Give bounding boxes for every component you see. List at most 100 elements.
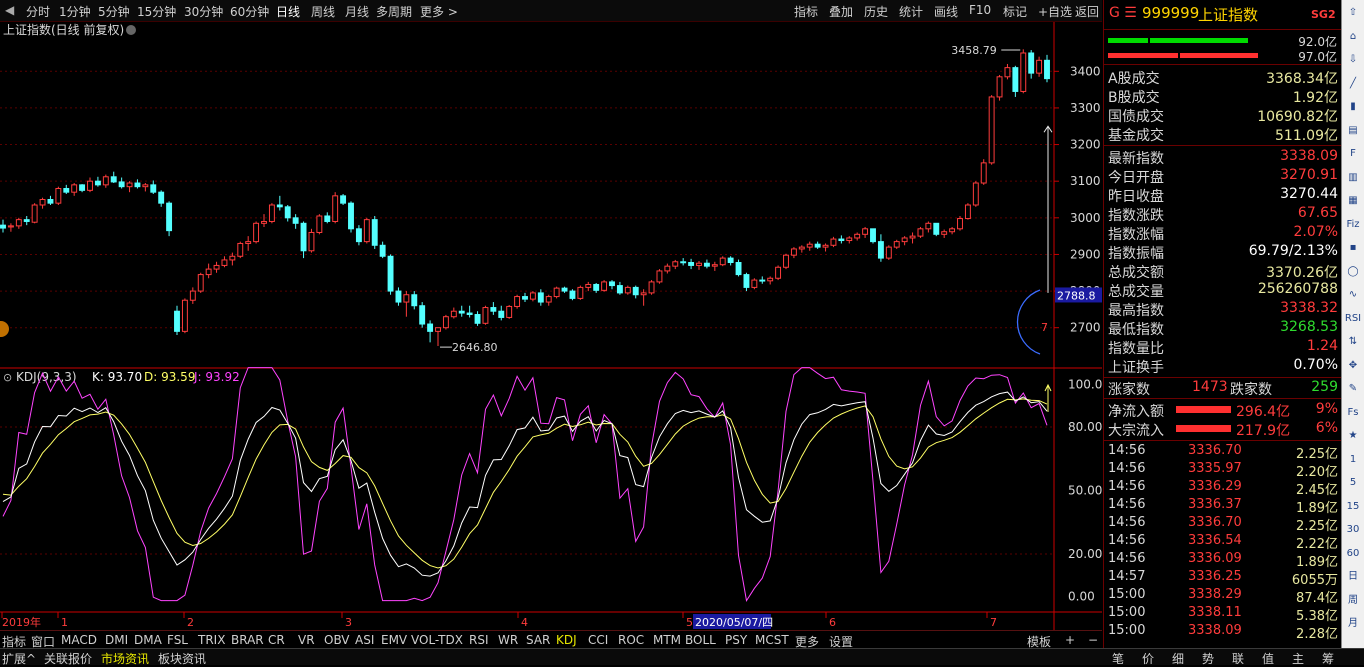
toolbar-btn-5[interactable]: F10	[969, 3, 991, 17]
period-tab-4[interactable]: 30分钟	[184, 3, 223, 20]
indicator-tool-2[interactable]: −	[1088, 633, 1098, 647]
panel-prefix[interactable]: G ☰	[1109, 5, 1137, 21]
panel-tab-0[interactable]: 笔	[1112, 650, 1124, 667]
kline-icon[interactable]: ▮	[1344, 98, 1362, 115]
panel-tab-5[interactable]: 值	[1262, 650, 1274, 667]
panel-tab-7[interactable]: 筹	[1322, 650, 1334, 667]
tick-row[interactable]: 14:56 3335.97 2.20亿	[1108, 461, 1338, 480]
indicator-tool-1[interactable]: +	[1065, 633, 1075, 647]
tick-row[interactable]: 14:56 3336.54 2.22亿	[1108, 533, 1338, 552]
toolbar-btn-6[interactable]: 标记	[1003, 3, 1027, 20]
num-15[interactable]: 15	[1344, 498, 1362, 515]
indicator-tab-11[interactable]: ASI	[355, 633, 374, 647]
toolbar-btn-3[interactable]: 统计	[899, 3, 923, 20]
indicator-tab-9[interactable]: VR	[298, 633, 315, 647]
indicator-tab-3[interactable]: DMI	[105, 633, 128, 647]
indicator-tab-18[interactable]: CCI	[588, 633, 608, 647]
toolbar-btn-1[interactable]: 叠加	[829, 3, 853, 20]
period-tab-2[interactable]: 5分钟	[98, 3, 130, 20]
tick-row[interactable]: 15:00 3338.11 5.38亿	[1108, 605, 1338, 624]
period-tab-1[interactable]: 1分钟	[59, 3, 91, 20]
period-tab-0[interactable]: 分时	[26, 3, 50, 20]
indicator-tab-14[interactable]: RSI	[469, 633, 489, 647]
rsi-icon[interactable]: RSI	[1344, 310, 1362, 327]
f10-icon[interactable]: F	[1344, 145, 1362, 162]
panel-tab-3[interactable]: 势	[1202, 650, 1214, 667]
tick-row[interactable]: 14:57 3336.25 6055万	[1108, 569, 1338, 588]
indicator-tab-6[interactable]: TRIX	[198, 633, 225, 647]
chart-area[interactable]: 34003300320031003000290028002700上证指数(日线 …	[0, 22, 1102, 632]
down-arrow-icon[interactable]: ⇩	[1344, 51, 1362, 68]
num-60[interactable]: 60	[1344, 545, 1362, 562]
panel-tab-4[interactable]: 联	[1232, 650, 1244, 667]
tick-row[interactable]: 15:00 3338.09 2.28亿	[1108, 623, 1338, 642]
tick-row[interactable]: 14:56 3336.29 2.45亿	[1108, 479, 1338, 498]
collapse-handle-icon[interactable]	[0, 321, 9, 337]
panel-tab-1[interactable]: 价	[1142, 650, 1154, 667]
period-tab-8[interactable]: 月线	[345, 3, 369, 20]
panel-tab-6[interactable]: 主	[1292, 650, 1304, 667]
indicator-tab-5[interactable]: FSL	[167, 633, 188, 647]
toolbar-btn-0[interactable]: 指标	[794, 3, 818, 20]
wave-icon[interactable]: ∿	[1344, 286, 1362, 303]
fav-icon[interactable]: ★	[1344, 427, 1362, 444]
num-1[interactable]: 1	[1344, 451, 1362, 468]
menu-collapse-icon[interactable]: ◀	[5, 3, 14, 17]
doc-icon[interactable]: ▥	[1344, 169, 1362, 186]
indicator-tab-13[interactable]: VOL-TDX	[411, 633, 463, 647]
day-icon[interactable]: 日	[1344, 568, 1362, 585]
grid-icon[interactable]: ▦	[1344, 192, 1362, 209]
move-icon[interactable]: ✥	[1344, 357, 1362, 374]
indicator-tab-23[interactable]: MCST	[755, 633, 789, 647]
indicator-tab-12[interactable]: EMV	[381, 633, 407, 647]
up-down-icon[interactable]: ⇅	[1344, 333, 1362, 350]
tick-row[interactable]: 14:56 3336.70 2.25亿	[1108, 443, 1338, 462]
report-icon[interactable]: ▪	[1344, 239, 1362, 256]
home-icon[interactable]: ⌂	[1344, 28, 1362, 45]
period-tab-6[interactable]: 日线	[276, 3, 300, 20]
indicator-tab-16[interactable]: SAR	[526, 633, 550, 647]
tick-row[interactable]: 14:56 3336.70 2.25亿	[1108, 515, 1338, 534]
period-tab-7[interactable]: 周线	[311, 3, 335, 20]
indicator-tab-2[interactable]: MACD	[61, 633, 97, 647]
toolbar-btn-2[interactable]: 历史	[864, 3, 888, 20]
period-tab-3[interactable]: 15分钟	[137, 3, 176, 20]
line-chart-icon[interactable]: ╱	[1344, 75, 1362, 92]
sg-badge[interactable]: SG2	[1311, 8, 1336, 21]
main-chart-svg[interactable]: 34003300320031003000290028002700上证指数(日线 …	[0, 22, 1102, 632]
status-tab-3[interactable]: 板块资讯	[158, 650, 206, 667]
period-tab-9[interactable]: 多周期	[376, 3, 412, 20]
table-icon[interactable]: ▤	[1344, 122, 1362, 139]
indicator-tab-17[interactable]: KDJ	[556, 633, 577, 647]
status-tab-0[interactable]: 扩展^	[2, 650, 36, 667]
up-arrow-icon[interactable]: ⇧	[1344, 4, 1362, 21]
month-icon[interactable]: 月	[1344, 615, 1362, 632]
toolbar-btn-4[interactable]: 画线	[934, 3, 958, 20]
period-tab-5[interactable]: 60分钟	[230, 3, 269, 20]
num-5[interactable]: 5	[1344, 474, 1362, 491]
circle-icon[interactable]: ◯	[1344, 263, 1362, 280]
toolbar-btn-7[interactable]: +自选	[1038, 3, 1072, 20]
period-tab-10[interactable]: 更多 >	[420, 3, 458, 20]
indicator-tab-4[interactable]: DMA	[134, 633, 162, 647]
fiz-icon[interactable]: Fiz	[1344, 216, 1362, 233]
panel-tab-2[interactable]: 细	[1172, 650, 1184, 667]
week-icon[interactable]: 周	[1344, 592, 1362, 609]
fs-icon[interactable]: Fs	[1344, 404, 1362, 421]
indicator-tab-10[interactable]: OBV	[324, 633, 350, 647]
status-tab-1[interactable]: 关联报价	[44, 650, 92, 667]
indicator-tab-15[interactable]: WR	[498, 633, 518, 647]
tick-row[interactable]: 14:56 3336.09 1.89亿	[1108, 551, 1338, 570]
indicator-tab-19[interactable]: ROC	[618, 633, 644, 647]
indicator-tab-21[interactable]: BOLL	[685, 633, 716, 647]
num-30[interactable]: 30	[1344, 521, 1362, 538]
title-dropdown-icon[interactable]	[126, 25, 136, 35]
status-tab-2[interactable]: 市场资讯	[101, 650, 149, 667]
tick-row[interactable]: 15:00 3338.29 87.4亿	[1108, 587, 1338, 606]
tick-row[interactable]: 14:56 3336.37 1.89亿	[1108, 497, 1338, 516]
indicator-tab-20[interactable]: MTM	[653, 633, 681, 647]
toolbar-btn-8[interactable]: 返回	[1075, 3, 1099, 20]
indicator-tab-8[interactable]: CR	[268, 633, 285, 647]
pencil-icon[interactable]: ✎	[1344, 380, 1362, 397]
indicator-tab-7[interactable]: BRAR	[231, 633, 264, 647]
